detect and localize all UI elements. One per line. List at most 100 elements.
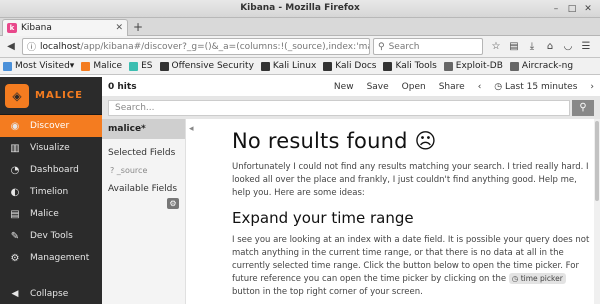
bookmark-label: Offensive Security [171, 61, 254, 71]
expand-time-heading: Expand your time range [232, 209, 414, 227]
maximize-button[interactable]: □ [566, 3, 578, 15]
sidebar-item-malice[interactable]: ▤ Malice [0, 203, 102, 225]
bookmark-star-icon[interactable]: ☆ [489, 41, 503, 52]
collapse-sidebar-icon[interactable]: ◂ [189, 124, 194, 134]
bookmark-favicon-icon [81, 61, 91, 71]
url-bar[interactable]: ⓘ localhost/app/kibana#/discover?_g=()&_… [22, 38, 370, 55]
wrench-icon: ✎ [10, 230, 20, 242]
discover-topnav: 0 hits New Save Open Share ‹ ◷ Last 15 m… [102, 77, 600, 97]
sidebar-item-label: Dashboard [30, 165, 79, 175]
new-button[interactable]: New [334, 82, 354, 92]
scrollbar-thumb[interactable] [595, 121, 599, 201]
bookmark-item[interactable]: Kali Docs [323, 61, 376, 71]
bookmark-favicon-icon [159, 61, 169, 71]
collapse-button[interactable]: ◀ Collapse [0, 284, 102, 304]
clock-icon: ◷ [511, 274, 519, 283]
time-prev-icon[interactable]: ‹ [478, 82, 482, 92]
bar-chart-icon: ▥ [10, 142, 20, 154]
bookmark-favicon-icon [3, 61, 12, 71]
sidebar-item-label: Management [30, 253, 90, 263]
sidebar-item-management[interactable]: ⚙ Management [0, 247, 102, 269]
menu-icon[interactable]: ☰ [579, 41, 593, 52]
gear-icon: ⚙ [10, 252, 20, 264]
time-next-icon[interactable]: › [590, 82, 594, 92]
kibana-app: ◈ MALICE ◉ Discover ▥ Visualize ◔ Dashboard ◐ T… [0, 77, 600, 304]
bookmark-item[interactable]: Exploit-DB [443, 61, 503, 71]
bookmark-label: Kali Tools [395, 61, 437, 71]
download-icon[interactable]: ⤓ [525, 41, 539, 52]
bookmark-label: Exploit-DB [455, 61, 503, 71]
search-placeholder: Search [388, 41, 420, 52]
close-tab-icon[interactable]: ✕ [115, 23, 123, 33]
bookmark-favicon-icon [383, 61, 393, 71]
bookmark-item[interactable]: Malice [81, 61, 122, 71]
index-pattern-label[interactable]: malice* [102, 119, 185, 139]
query-submit-button[interactable]: ⚲ [572, 100, 594, 116]
bookmark-item[interactable]: Most Visited ▾ [3, 61, 74, 71]
sidebar-item-discover[interactable]: ◉ Discover [0, 115, 102, 137]
bookmark-item[interactable]: Aircrack-ng [509, 61, 573, 71]
reading-list-icon[interactable]: ▤ [507, 41, 521, 52]
bookmark-item[interactable]: Offensive Security [159, 61, 254, 71]
content-scrollbar[interactable] [594, 119, 600, 304]
field-source-label: _source [116, 166, 148, 175]
open-button[interactable]: Open [402, 82, 426, 92]
browser-tab[interactable]: k Kibana ✕ [2, 19, 128, 36]
bookmark-favicon-icon [129, 61, 139, 71]
search-icon: ⚲ [579, 102, 587, 113]
bookmark-favicon-icon [260, 61, 270, 71]
save-button[interactable]: Save [367, 82, 389, 92]
bookmark-favicon-icon [323, 61, 333, 71]
kibana-favicon-icon: k [7, 23, 17, 33]
close-window-button[interactable]: ✕ [582, 3, 594, 15]
new-tab-button[interactable]: + [133, 20, 143, 34]
url-host: localhost [40, 41, 81, 52]
query-bar: Search... ⚲ [102, 97, 600, 119]
collapse-arrow-icon: ◀ [11, 289, 19, 299]
sidebar-item-label: Visualize [30, 143, 70, 153]
bookmark-label: Malice [93, 61, 123, 71]
query-input[interactable]: Search... [108, 100, 570, 116]
sidebar-item-visualize[interactable]: ▥ Visualize [0, 137, 102, 159]
share-button[interactable]: Share [439, 82, 465, 92]
pocket-icon[interactable]: ◡ [561, 41, 575, 52]
bookmark-label: Kali Linux [272, 61, 317, 71]
malice-icon: ▤ [10, 208, 20, 220]
bookmarks-toolbar: Most Visited ▾ Malice ES Offensive Security… [0, 58, 600, 75]
sidebar-item-label: Timelion [30, 187, 69, 197]
question-icon: ? [110, 166, 115, 175]
time-picker-button[interactable]: ◷ Last 15 minutes [494, 82, 577, 92]
no-results-content: No results found ☹ Unfortunately I could… [232, 129, 590, 304]
home-icon[interactable]: ⌂ [543, 41, 557, 52]
field-settings-gear-icon[interactable]: ⚙ [167, 198, 179, 209]
sidebar-item-timelion[interactable]: ◐ Timelion [0, 181, 102, 203]
field-sidebar: malice* Selected Fields ? _source Availa… [102, 119, 186, 304]
timelion-icon: ◐ [10, 186, 20, 198]
sidebar-item-label: Malice [30, 209, 59, 219]
malice-logo[interactable]: ◈ MALICE [0, 77, 102, 115]
collapse-label: Collapse [30, 289, 69, 299]
bookmark-item[interactable]: ES [129, 61, 153, 71]
time-picker-badge: ◷ time picker [508, 273, 566, 284]
bookmark-label: Most Visited [15, 61, 70, 71]
malice-logo-icon: ◈ [5, 83, 29, 108]
available-fields-heading: Available Fields [108, 184, 178, 194]
bookmark-item[interactable]: Kali Tools [383, 61, 437, 71]
browser-search-field[interactable]: ⚲ Search [373, 38, 483, 55]
sidebar-item-label: Dev Tools [30, 231, 73, 241]
sidebar-item-dashboard[interactable]: ◔ Dashboard [0, 159, 102, 181]
bookmark-item[interactable]: Kali Linux [260, 61, 317, 71]
bookmark-favicon-icon [443, 61, 453, 71]
field-source[interactable]: ? _source [110, 166, 185, 175]
search-icon: ⚲ [378, 41, 385, 52]
no-results-intro: Unfortunately I could not find any resul… [232, 162, 589, 198]
minimize-button[interactable]: – [550, 3, 562, 15]
bookmark-label: ES [141, 61, 153, 71]
bookmark-label: Kali Docs [335, 61, 377, 71]
logo-text: MALICE [35, 90, 83, 101]
back-button[interactable]: ◀ [3, 39, 19, 55]
info-icon[interactable]: ⓘ [27, 40, 36, 53]
clock-icon: ◷ [494, 81, 503, 92]
no-results-title: No results found ☹ [232, 129, 437, 153]
sidebar-item-dev-tools[interactable]: ✎ Dev Tools [0, 225, 102, 247]
